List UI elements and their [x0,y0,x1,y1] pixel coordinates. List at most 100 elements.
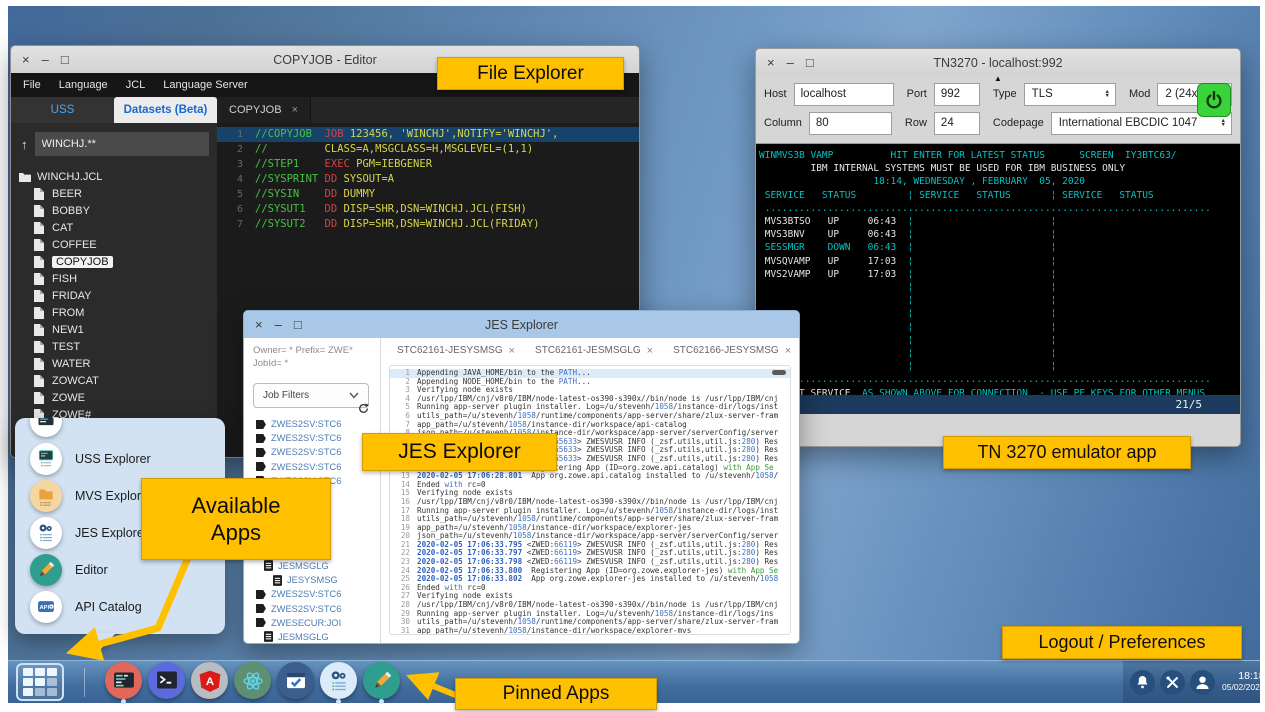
tree-item-from[interactable]: FROM [11,304,217,321]
tn3270-titlebar[interactable]: ×–□ TN3270 - localhost:992 [756,49,1240,76]
spool-tab-stc62161-jesmsglg[interactable]: STC62161-JESMSGLG× [527,345,661,357]
job-tag-icon [255,462,266,471]
select-arrows-icon: ▲▼ [1221,119,1226,127]
job-item[interactable]: ZWES2SV:STC6 [253,460,376,474]
system-tray: 18:18 05/02/2020 [1123,661,1260,703]
annotation-logout-preferences: Logout / Preferences [1002,626,1242,659]
jes-explorer-window: ×–□ JES Explorer Owner= * Prefix= ZWE* J… [243,310,800,644]
code-line: 7//SYSUT2 DD DISP=SHR,DSN=WINCHJ.JCL(FRI… [217,217,639,232]
row-input[interactable] [934,112,980,135]
column-input[interactable] [809,112,892,135]
job-item[interactable]: ZWES2SV:STC6 [253,601,376,615]
tree-item-zowe[interactable]: ZOWE [11,389,217,406]
job-tag-icon [255,420,266,429]
terminal-row: WINMVS3B VAMP HIT ENTER FOR LATEST STATU… [759,149,1237,162]
tree-item-water[interactable]: WATER [11,355,217,372]
tree-item-zowcat[interactable]: ZOWCAT [11,372,217,389]
pinned-app-react-sample-app[interactable] [234,662,271,703]
preferences-button[interactable] [1160,670,1185,695]
menu-file[interactable]: File [23,79,41,91]
close-tab-icon[interactable]: × [292,104,298,116]
job-filters-dropdown[interactable]: Job Filters [253,383,369,408]
pinned-app-task-checklist-app[interactable] [277,662,314,703]
close-tab-icon[interactable]: × [509,345,515,357]
job-item[interactable]: ZWES2SV:STC6 [253,431,376,445]
select-arrows-icon: ▲▼ [1105,90,1110,98]
tn3270-terminal-icon [105,662,142,699]
code-editor[interactable]: 1//COPYJOB JOB 123456, 'WINCHJ',NOTIFY='… [217,123,639,232]
file-icon [34,290,46,302]
mvs-app-icon [30,480,62,512]
job-item[interactable]: ZWES2SV:STC6 [253,445,376,459]
terminal-row: ¦ ¦ [759,360,1237,373]
port-input[interactable] [934,83,980,106]
pinned-app-jes-explorer[interactable] [320,662,357,703]
collapse-settings-icon[interactable]: ▲ [994,74,1002,83]
menu-jcl[interactable]: JCL [126,79,146,91]
terminal-screen[interactable]: WINMVS3B VAMP HIT ENTER FOR LATEST STATU… [756,143,1240,395]
refresh-icon[interactable] [357,402,370,420]
editor-icon [363,662,400,699]
file-icon [34,392,46,404]
connect-power-button[interactable] [1197,83,1231,117]
up-level-icon[interactable]: ↑ [21,137,28,152]
tree-item-test[interactable]: TEST [11,338,217,355]
spool-tab-stc62166-jesysmsg[interactable]: STC62166-JESYSMSG× [665,345,799,357]
user-logout-button[interactable] [1190,670,1215,695]
jes-titlebar[interactable]: ×–□ JES Explorer [244,311,799,338]
spool-file-item[interactable]: JESYSMSG [253,573,376,587]
tn3270-settings: Host Port Type TLS ▲▼ Mod 2 (24x80) ▲▼ C… [756,76,1240,143]
tree-item-beer[interactable]: BEER [11,185,217,202]
code-line: 5//SYSIN DD DUMMY [217,187,639,202]
close-tab-icon[interactable]: × [785,345,791,357]
menu-language-server[interactable]: Language Server [163,79,247,91]
jes-window-title: JES Explorer [244,318,799,332]
notifications-button[interactable] [1130,670,1155,695]
terminal-row: ¦ ¦ [759,321,1237,334]
clock[interactable]: 18:18 05/02/2020 [1222,671,1265,693]
tn3270-app-icon [30,418,62,437]
editor-tab-copyjob[interactable]: COPYJOB × [217,97,311,123]
tree-item-new1[interactable]: NEW1 [11,321,217,338]
type-select[interactable]: TLS ▲▼ [1024,83,1116,106]
spool-file-item[interactable]: JESMSGLG [253,630,376,643]
app-launcher-button[interactable] [16,663,64,701]
pinned-app-angular-sample-app[interactable]: A [191,662,228,703]
spool-tab-stc62161-jesysmsg[interactable]: STC62161-JESYSMSG× [389,345,523,357]
spool-log-container[interactable]: 1Appending JAVA_HOME/bin to the PATH...2… [389,365,791,635]
annotation-pinned-apps: Pinned Apps [455,678,657,710]
annotation-file-explorer: File Explorer [437,57,624,90]
tree-item-cat[interactable]: CAT [11,219,217,236]
pinned-app-vt-terminal[interactable] [148,662,185,703]
scrollbar-thumb[interactable] [772,370,786,375]
spool-file-item[interactable]: JESMSGLG [253,559,376,573]
tree-item-winchj.jcl[interactable]: WINCHJ.JCL [11,168,217,185]
job-item[interactable]: ZWES2SV:STC6 [253,587,376,601]
app-menu-item-api-catalog[interactable]: APIAPI Catalog [30,588,225,625]
file-icon [34,341,46,353]
host-input[interactable] [794,83,894,106]
tree-item-friday[interactable]: FRIDAY [11,287,217,304]
tree-item-bobby[interactable]: BOBBY [11,202,217,219]
vt-terminal-icon [148,662,185,699]
spool-file-icon [264,560,273,571]
app-menu-item-uss-explorer[interactable]: USS Explorer [30,440,225,477]
menu-language[interactable]: Language [59,79,108,91]
dataset-path-input[interactable] [35,132,210,156]
terminal-row: SERVICE STATUS ¦ SERVICE STATUS ¦ SERVIC… [759,189,1237,202]
react-sample-app-icon [234,662,271,699]
pinned-app-tn3270-terminal[interactable] [105,662,142,703]
tree-item-fish[interactable]: FISH [11,270,217,287]
jes-content-pane: STC62161-JESYSMSG× STC62161-JESMSGLG× STC6… [381,338,799,643]
tree-item-copyjob[interactable]: COPYJOB [11,253,217,270]
bell-icon [1132,672,1153,693]
tab-datasets[interactable]: Datasets (Beta) [114,97,217,123]
chevron-down-icon [349,392,359,399]
pinned-app-editor[interactable] [363,662,400,703]
app-menu-item-partial[interactable] [30,418,225,440]
tree-item-coffee[interactable]: COFFEE [11,236,217,253]
job-item[interactable]: ZWESECUR:JOI [253,616,376,630]
close-tab-icon[interactable]: × [647,345,653,357]
running-indicator [121,699,126,704]
tab-uss[interactable]: USS [11,97,114,123]
